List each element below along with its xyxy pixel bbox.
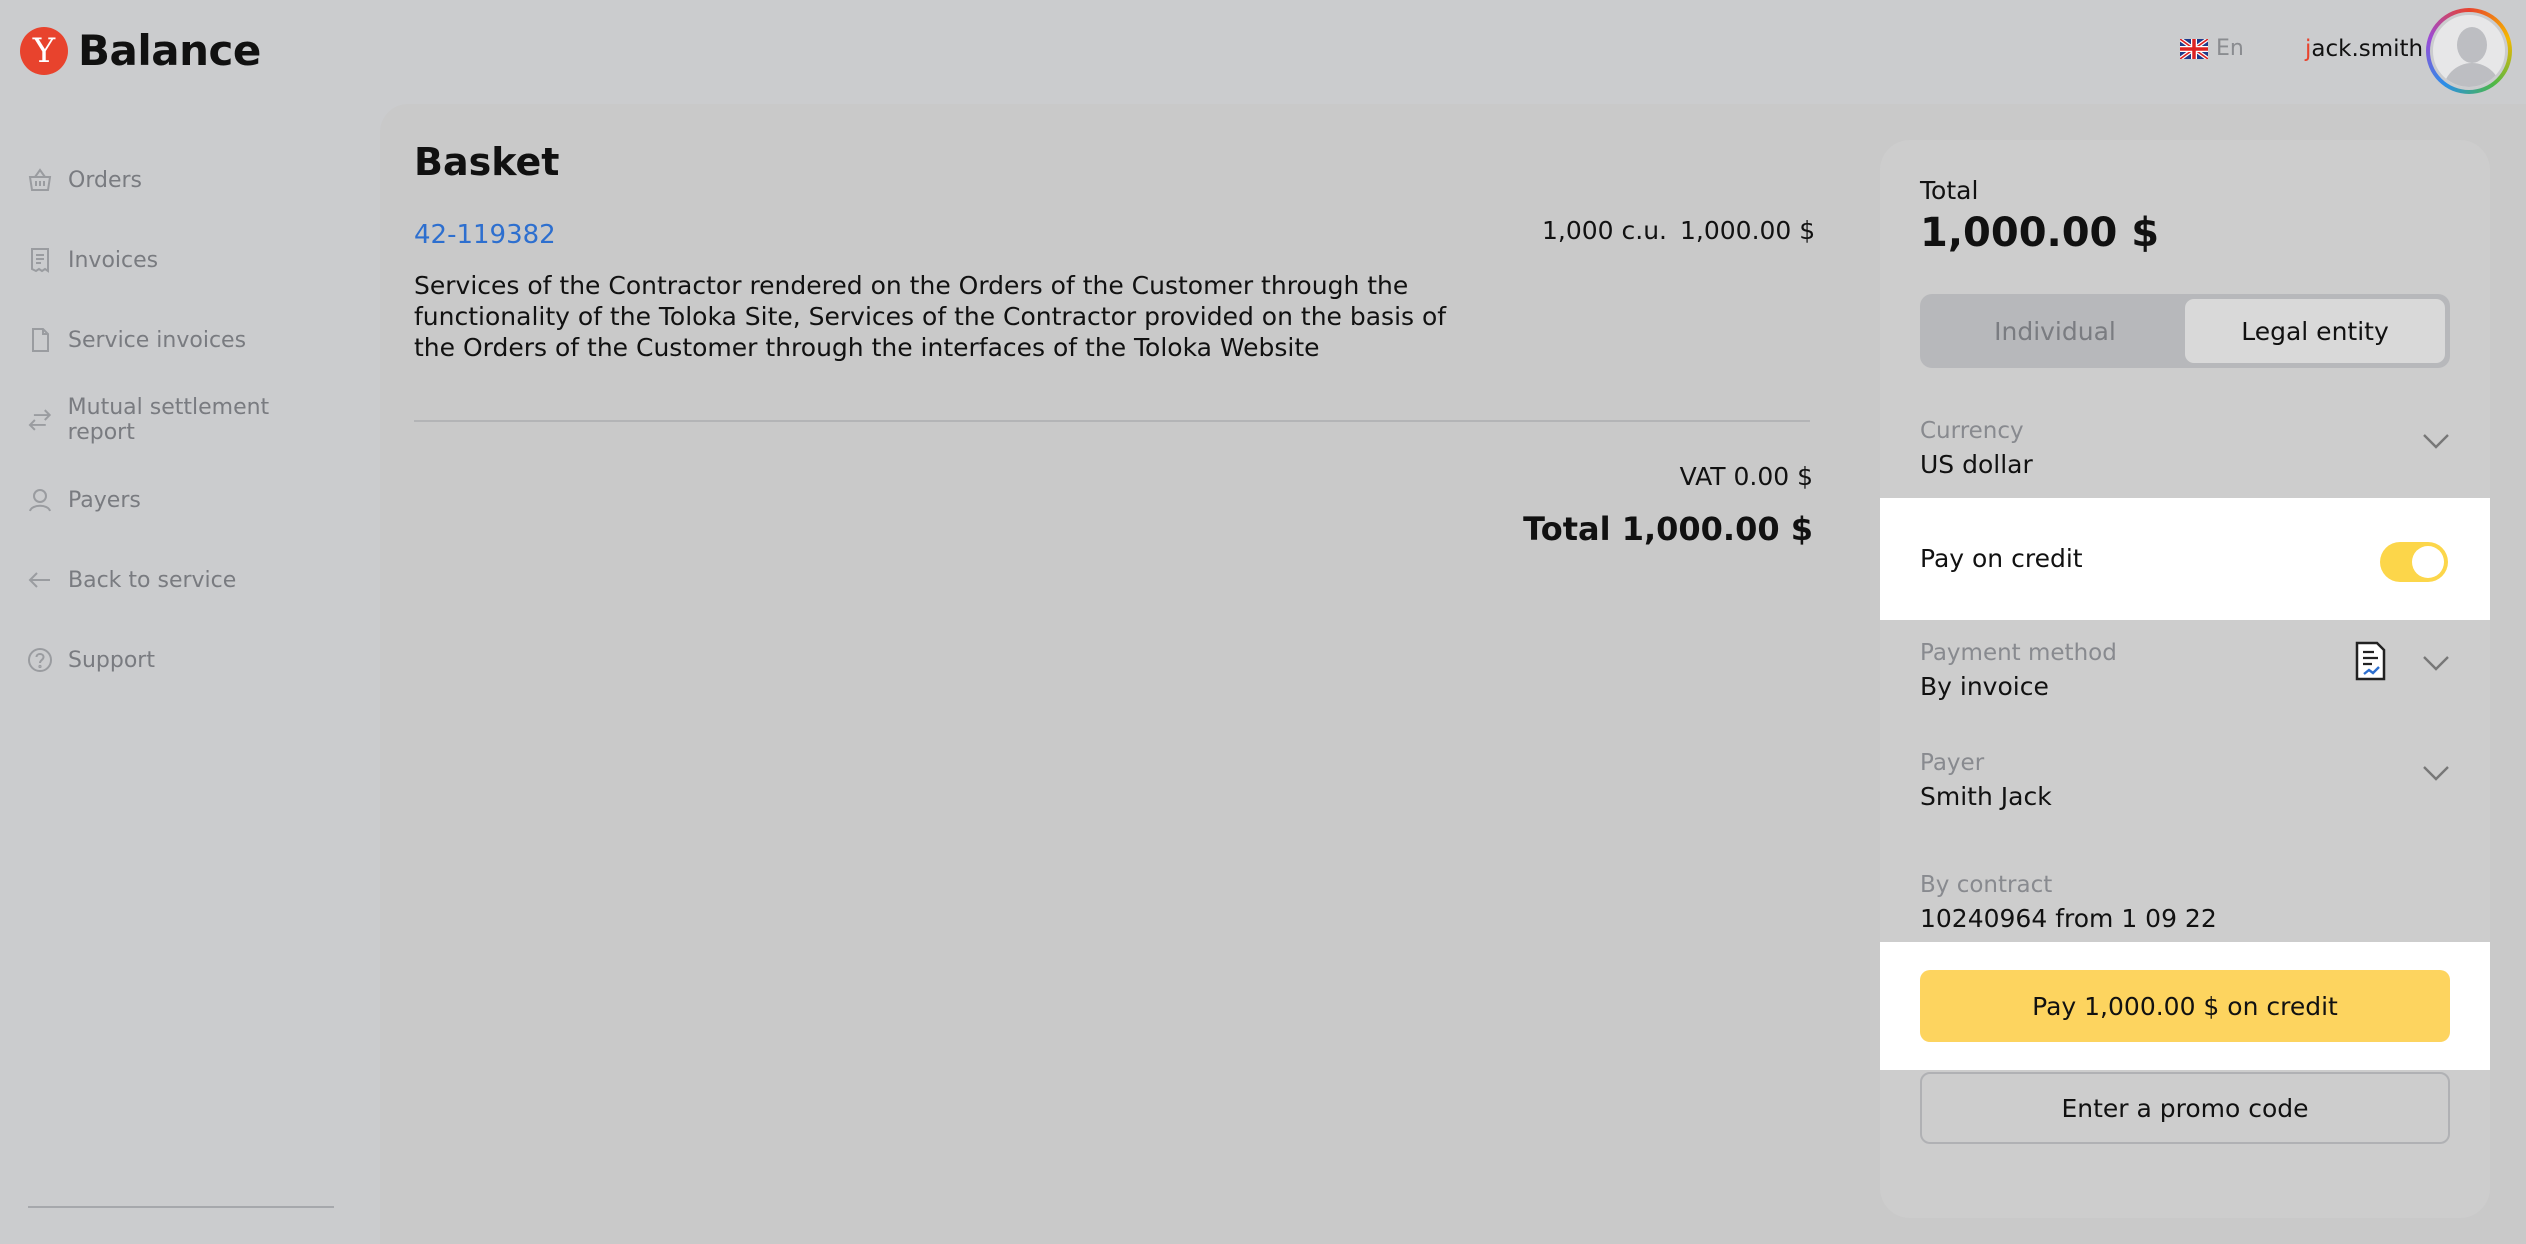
- sidebar-item-label: Service invoices: [68, 327, 247, 353]
- pay-on-credit-button[interactable]: Pay 1,000.00 $ on credit: [1920, 970, 2450, 1042]
- order-quantity: 1,000 c.u.: [1542, 216, 1667, 245]
- sidebar-item-label: Invoices: [68, 247, 159, 273]
- segment-individual[interactable]: Individual: [1925, 299, 2185, 363]
- currency-select[interactable]: Currency US dollar: [1920, 418, 2450, 479]
- username-rest: ack.smith: [2311, 36, 2424, 62]
- order-description: Services of the Contractor rendered on t…: [414, 271, 1447, 362]
- page-title: Basket: [414, 140, 560, 184]
- sidebar-item-support[interactable]: Support: [0, 620, 340, 700]
- logo[interactable]: Y Balance: [20, 26, 261, 75]
- vat-amount: VAT 0.00 $: [1679, 462, 1813, 491]
- arrows-exchange-icon: [28, 409, 52, 431]
- contract-label: By contract: [1920, 872, 2053, 898]
- sidebar-item-label: Mutual settlement report: [67, 395, 270, 445]
- pay-on-credit-toggle[interactable]: [2380, 542, 2448, 582]
- sidebar-item-orders[interactable]: Orders: [0, 140, 340, 220]
- chevron-down-icon: [2422, 764, 2449, 788]
- contract-value: 10240964 from 1 09 22: [1920, 904, 2217, 933]
- segment-legal-entity[interactable]: Legal entity: [2185, 299, 2445, 363]
- basket-total: Total 1,000.00 $: [1523, 510, 1813, 548]
- yandex-logo-icon: Y: [20, 26, 68, 75]
- order-id-link[interactable]: 42-119382: [414, 220, 556, 250]
- payer-select[interactable]: Payer Smith Jack: [1920, 750, 2450, 811]
- sidebar-item-label: Payers: [68, 487, 141, 513]
- order-amount: 1,000.00 $: [1680, 216, 1816, 245]
- pay-button-block: Pay 1,000.00 $ on credit: [1880, 942, 2490, 1070]
- arrow-left-icon: [28, 572, 50, 588]
- chevron-down-icon: [2422, 432, 2449, 456]
- receipt-icon: [31, 248, 49, 273]
- language-label: En: [2216, 36, 2244, 61]
- basket-divider: [414, 420, 1810, 422]
- avatar-image: [2430, 12, 2508, 90]
- pay-on-credit-row: Pay on credit: [1880, 498, 2490, 620]
- invoice-document-icon: [2355, 641, 2386, 681]
- payer-type-switch: Individual Legal entity: [1920, 294, 2450, 368]
- avatar-body-shape: [2443, 63, 2501, 87]
- sidebar-item-label: Orders: [68, 167, 142, 193]
- sidebar-item-mutual-settlement-report[interactable]: Mutual settlement report: [0, 380, 340, 460]
- card-total-value: 1,000.00 $: [1920, 210, 2160, 256]
- pay-on-credit-label: Pay on credit: [1920, 544, 2083, 573]
- card-total-label: Total: [1920, 176, 1979, 205]
- sidebar-item-invoices[interactable]: Invoices: [0, 220, 340, 300]
- avatar-head-shape: [2457, 27, 2487, 63]
- contract-info: By contract 10240964 from 1 09 22: [1920, 872, 2450, 933]
- payment-method-select[interactable]: Payment method By invoice: [1920, 640, 2450, 701]
- chevron-down-icon: [2422, 654, 2449, 678]
- sidebar-item-payers[interactable]: Payers: [0, 460, 340, 540]
- help-circle-icon: [28, 648, 52, 672]
- sidebar-item-label: Support: [68, 647, 155, 673]
- sidebar-item-service-invoices[interactable]: Service invoices: [0, 300, 340, 380]
- avatar[interactable]: [2426, 8, 2512, 94]
- sidebar-divider: [28, 1206, 334, 1208]
- person-icon: [29, 489, 51, 512]
- sidebar-item-label: Back to service: [68, 567, 237, 593]
- username[interactable]: jack.smith: [2305, 36, 2423, 62]
- uk-flag-icon: [2180, 38, 2208, 59]
- currency-label: Currency: [1920, 418, 2024, 444]
- promo-code-button[interactable]: Enter a promo code: [1920, 1072, 2450, 1144]
- toggle-knob: [2412, 546, 2444, 578]
- payer-value: Smith Jack: [1920, 782, 2052, 811]
- payer-label: Payer: [1920, 750, 1985, 776]
- language-switcher[interactable]: En: [2180, 36, 2244, 61]
- document-icon: [32, 328, 49, 352]
- basket-icon: [28, 168, 52, 191]
- sidebar-item-back-to-service[interactable]: Back to service: [0, 540, 340, 620]
- app-name: Balance: [78, 26, 261, 75]
- sidebar: Orders Invoices Service invoices Mutual …: [0, 140, 340, 700]
- currency-value: US dollar: [1920, 450, 2033, 479]
